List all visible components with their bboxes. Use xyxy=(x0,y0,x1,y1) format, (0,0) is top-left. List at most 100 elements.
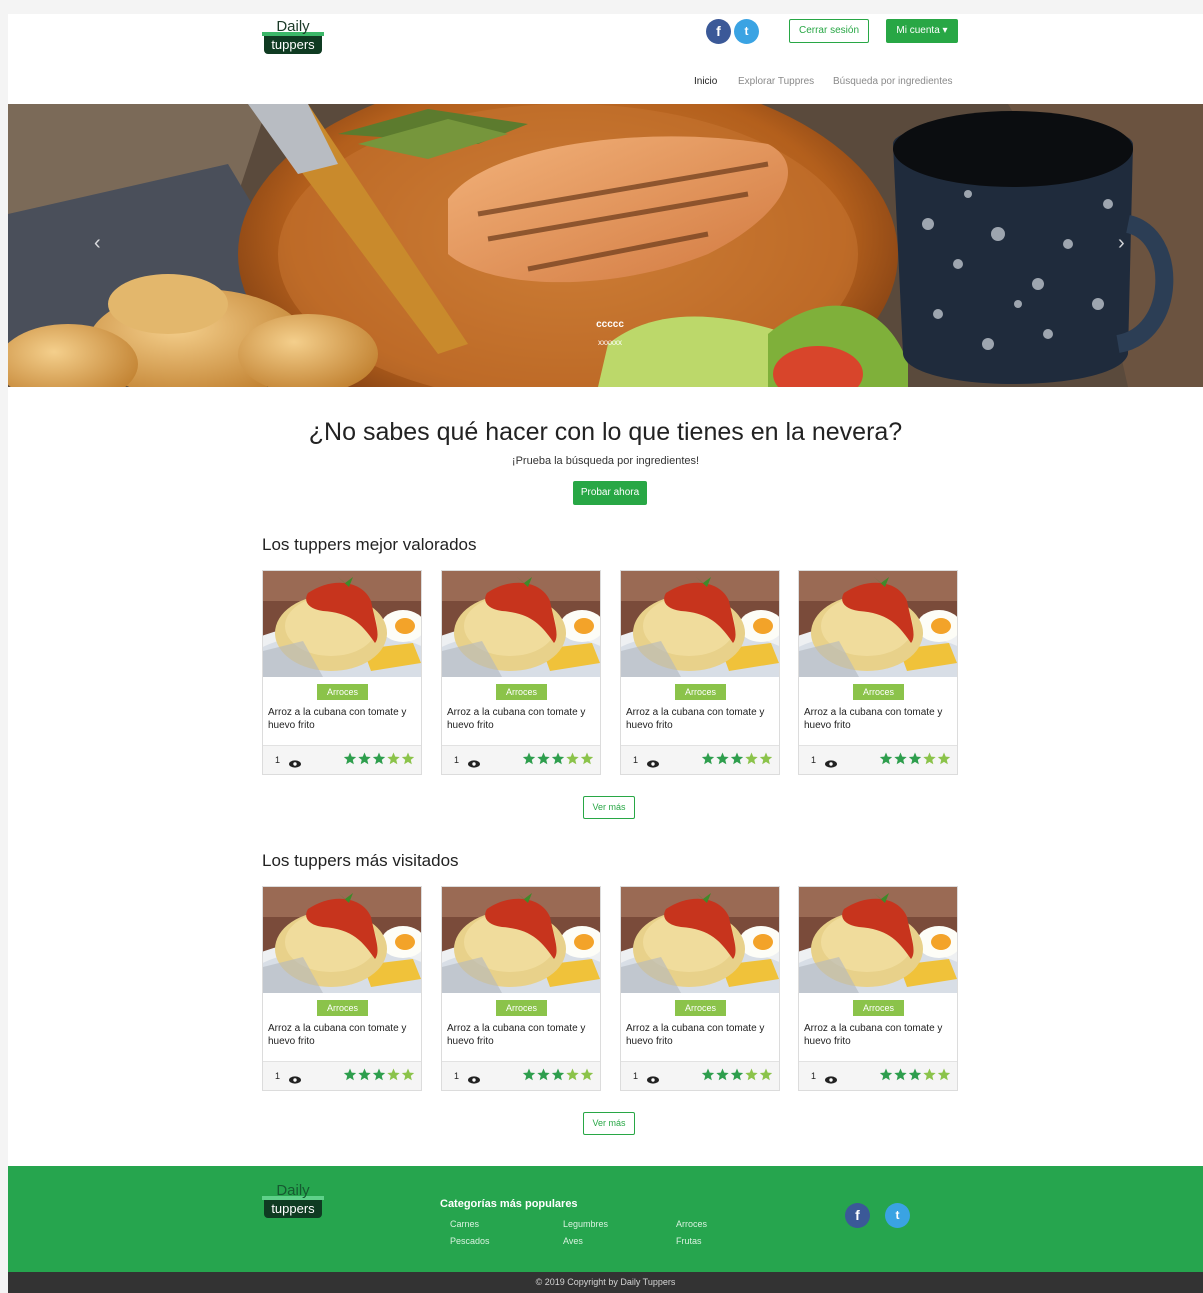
star-icon xyxy=(908,1068,922,1081)
footer-category-link[interactable]: Arroces xyxy=(676,1219,707,1229)
star-icon xyxy=(343,1068,357,1081)
logo[interactable]: Daily tuppers xyxy=(262,18,324,54)
category-badge[interactable]: Arroces xyxy=(496,1000,547,1016)
star-icon xyxy=(716,1068,729,1081)
tupper-image[interactable] xyxy=(621,887,779,993)
view-count: 1 xyxy=(811,755,817,765)
category-badge[interactable]: Arroces xyxy=(853,684,904,700)
category-badge[interactable]: Arroces xyxy=(317,1000,368,1016)
star-icon xyxy=(894,752,907,765)
account-dropdown-button[interactable]: Mi cuenta ▾ xyxy=(886,19,958,43)
star-icon xyxy=(879,1068,893,1081)
category-badge[interactable]: Arroces xyxy=(496,684,547,700)
eye-icon xyxy=(647,755,659,768)
star-icon xyxy=(580,1068,594,1081)
tupper-card[interactable]: Arroces Arroz a la cubana con tomate y h… xyxy=(262,886,422,1091)
facebook-icon[interactable]: f xyxy=(706,19,731,44)
tupper-card[interactable]: Arroces Arroz a la cubana con tomate y h… xyxy=(441,886,601,1091)
eye-icon xyxy=(825,755,837,768)
view-count: 1 xyxy=(633,1071,639,1081)
rating-stars xyxy=(343,1068,415,1081)
tupper-card[interactable]: Arroces Arroz a la cubana con tomate y h… xyxy=(620,886,780,1091)
eye-icon xyxy=(825,1071,837,1084)
star-icon xyxy=(551,1068,565,1081)
eye-icon xyxy=(289,1071,301,1084)
footer-facebook-icon[interactable]: f xyxy=(845,1203,870,1228)
star-icon xyxy=(387,1068,400,1081)
view-count: 1 xyxy=(633,755,639,765)
footer: Daily tuppers Categorías más populares C… xyxy=(8,1166,1203,1272)
category-badge[interactable]: Arroces xyxy=(853,1000,904,1016)
star-icon xyxy=(701,1068,715,1081)
tupper-title[interactable]: Arroz a la cubana con tomate y huevo fri… xyxy=(447,1022,597,1048)
star-icon xyxy=(372,752,386,765)
footer-category-link[interactable]: Aves xyxy=(563,1236,583,1246)
hero-carousel[interactable]: ‹ › ccccc xxxxxx xyxy=(8,104,1203,387)
star-icon xyxy=(937,752,951,765)
tupper-title[interactable]: Arroz a la cubana con tomate y huevo fri… xyxy=(447,706,597,732)
see-more-top-rated-button[interactable]: Ver más xyxy=(583,796,635,819)
star-icon xyxy=(759,752,773,765)
footer-category-link[interactable]: Carnes xyxy=(450,1219,479,1229)
card-footer: 1 xyxy=(442,745,600,774)
nav-explore[interactable]: Explorar Tuppres xyxy=(738,76,814,87)
footer-category-link[interactable]: Pescados xyxy=(450,1236,490,1246)
star-icon xyxy=(923,752,936,765)
tupper-image[interactable] xyxy=(799,571,957,677)
card-footer: 1 xyxy=(263,1061,421,1090)
star-icon xyxy=(522,752,536,765)
twitter-icon[interactable]: t xyxy=(734,19,759,44)
tupper-title[interactable]: Arroz a la cubana con tomate y huevo fri… xyxy=(268,706,418,732)
tupper-card[interactable]: Arroces Arroz a la cubana con tomate y h… xyxy=(262,570,422,775)
category-badge[interactable]: Arroces xyxy=(675,1000,726,1016)
star-icon xyxy=(522,1068,536,1081)
category-badge[interactable]: Arroces xyxy=(317,684,368,700)
carousel-next-icon[interactable]: › xyxy=(1118,232,1125,255)
tupper-title[interactable]: Arroz a la cubana con tomate y huevo fri… xyxy=(804,1022,954,1048)
footer-category-link[interactable]: Legumbres xyxy=(563,1219,608,1229)
page: Daily tuppers f t Cerrar sesión Mi cuent… xyxy=(8,14,1203,1293)
footer-twitter-icon[interactable]: t xyxy=(885,1203,910,1228)
logout-button[interactable]: Cerrar sesión xyxy=(789,19,869,43)
footer-logo[interactable]: Daily tuppers xyxy=(262,1182,324,1218)
tupper-image[interactable] xyxy=(263,571,421,677)
nav-ingredient-search[interactable]: Búsqueda por ingredientes xyxy=(833,76,953,87)
view-count: 1 xyxy=(275,755,281,765)
carousel-caption-title: ccccc xyxy=(596,319,624,330)
view-count: 1 xyxy=(454,1071,460,1081)
tupper-card[interactable]: Arroces Arroz a la cubana con tomate y h… xyxy=(798,570,958,775)
card-footer: 1 xyxy=(799,1061,957,1090)
eye-icon xyxy=(289,755,301,768)
tupper-card[interactable]: Arroces Arroz a la cubana con tomate y h… xyxy=(620,570,780,775)
star-icon xyxy=(372,1068,386,1081)
card-footer: 1 xyxy=(621,745,779,774)
tupper-image[interactable] xyxy=(263,887,421,993)
tupper-title[interactable]: Arroz a la cubana con tomate y huevo fri… xyxy=(804,706,954,732)
copyright: © 2019 Copyright by Daily Tuppers xyxy=(8,1272,1203,1293)
tupper-image[interactable] xyxy=(621,571,779,677)
see-more-most-visited-button[interactable]: Ver más xyxy=(583,1112,635,1135)
star-icon xyxy=(580,752,594,765)
tupper-title[interactable]: Arroz a la cubana con tomate y huevo fri… xyxy=(626,706,776,732)
footer-category-link[interactable]: Frutas xyxy=(676,1236,702,1246)
category-badge[interactable]: Arroces xyxy=(675,684,726,700)
rating-stars xyxy=(701,752,773,765)
logo-line-2: tuppers xyxy=(264,36,322,54)
card-footer: 1 xyxy=(442,1061,600,1090)
tupper-image[interactable] xyxy=(442,571,600,677)
nav-home[interactable]: Inicio xyxy=(694,76,717,87)
tupper-title[interactable]: Arroz a la cubana con tomate y huevo fri… xyxy=(268,1022,418,1048)
try-now-button[interactable]: Probar ahora xyxy=(573,481,647,505)
tupper-image[interactable] xyxy=(799,887,957,993)
tupper-card[interactable]: Arroces Arroz a la cubana con tomate y h… xyxy=(798,886,958,1091)
section-title-most-visited: Los tuppers más visitados xyxy=(262,851,459,870)
promo-subline: ¡Prueba la búsqueda por ingredientes! xyxy=(511,455,700,467)
star-icon xyxy=(401,1068,415,1081)
tupper-title[interactable]: Arroz a la cubana con tomate y huevo fri… xyxy=(626,1022,776,1048)
tupper-card[interactable]: Arroces Arroz a la cubana con tomate y h… xyxy=(441,570,601,775)
star-icon xyxy=(387,752,400,765)
star-icon xyxy=(358,1068,371,1081)
carousel-prev-icon[interactable]: ‹ xyxy=(94,232,101,255)
tupper-image[interactable] xyxy=(442,887,600,993)
star-icon xyxy=(937,1068,951,1081)
